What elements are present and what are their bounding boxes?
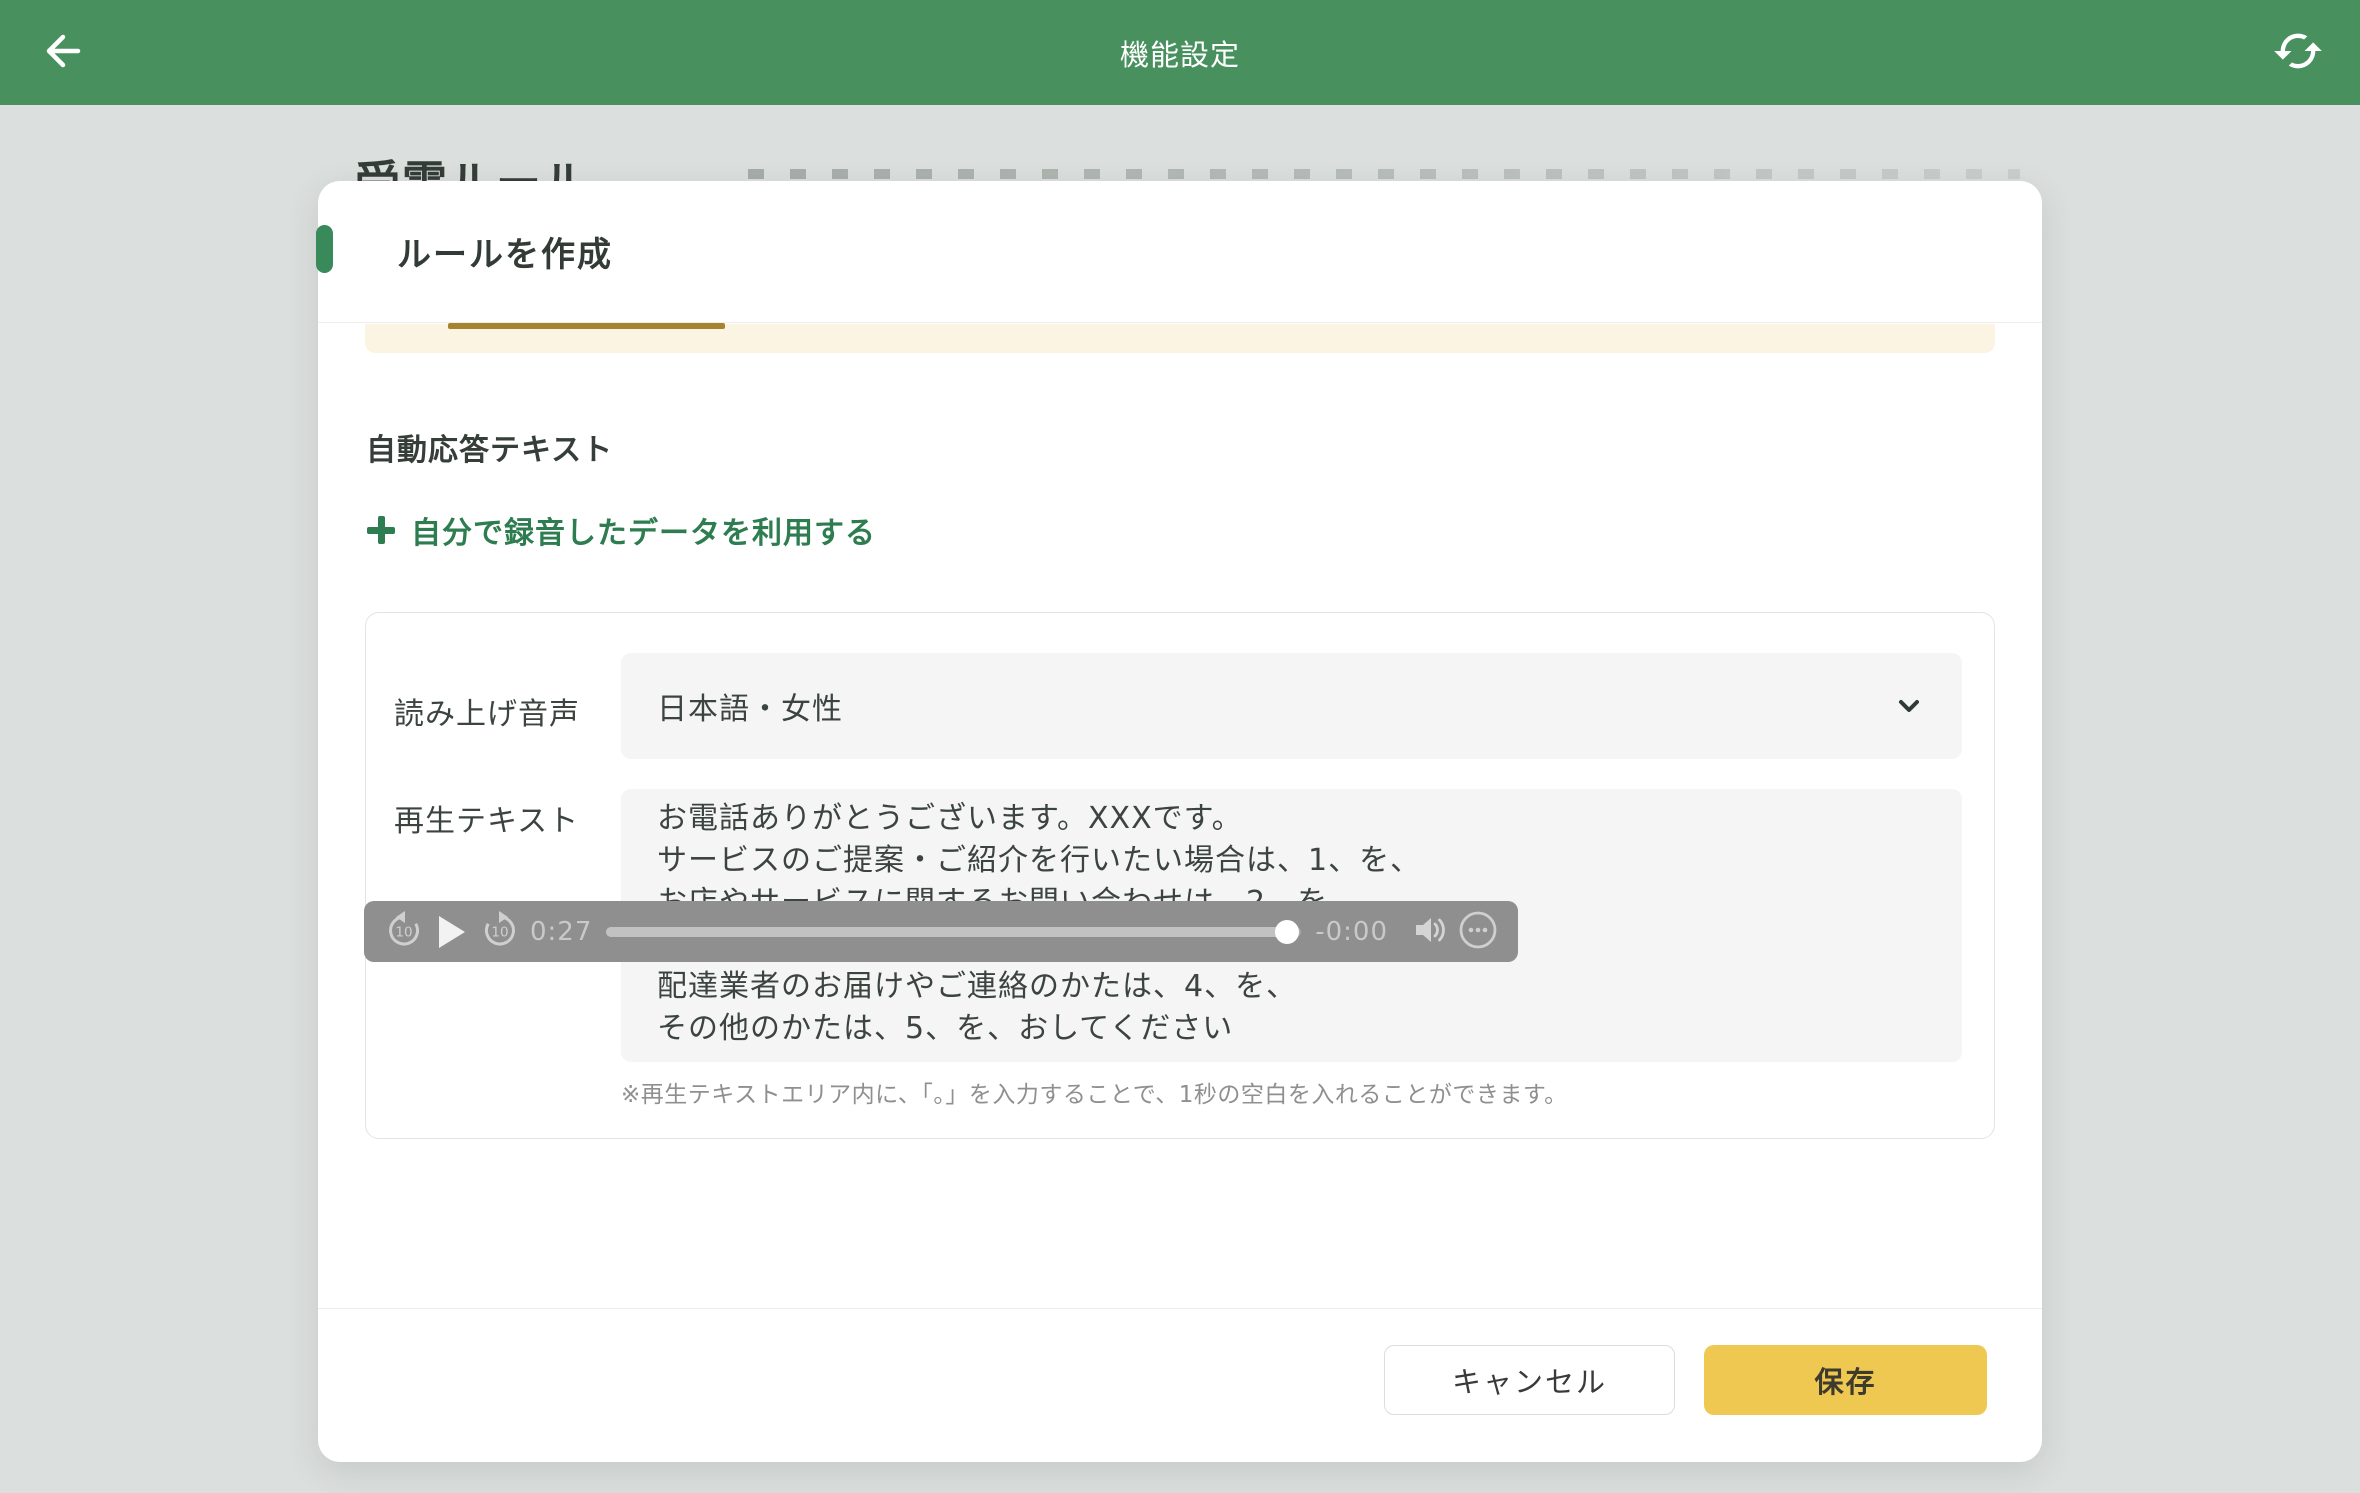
play-icon	[439, 916, 465, 948]
voice-field-label: 読み上げ音声	[394, 689, 580, 733]
refresh-icon	[2272, 25, 2324, 80]
volume-button[interactable]	[1406, 908, 1454, 956]
remaining-time: -0:00	[1315, 917, 1388, 947]
page-title: 機能設定	[1120, 32, 1240, 74]
modal-title: ルールを作成	[397, 227, 613, 276]
modal-header: ルールを作成	[318, 181, 2042, 322]
voice-select-value: 日本語・女性	[657, 684, 843, 728]
save-button[interactable]: 保存	[1704, 1345, 1987, 1415]
chevron-down-icon	[1892, 689, 1926, 723]
use-own-recording-link[interactable]: 自分で録音したデータを利用する	[366, 508, 876, 552]
plus-icon	[366, 515, 396, 545]
auto-response-section-label: 自動応答テキスト	[366, 425, 613, 469]
playback-text-label: 再生テキスト	[394, 796, 579, 840]
player-more-options-button[interactable]	[1454, 908, 1502, 956]
cancel-button[interactable]: キャンセル	[1384, 1345, 1675, 1415]
footer-divider	[318, 1308, 2042, 1309]
modal-body: 自動応答テキスト 自分で録音したデータを利用する 読み上げ音声 日本語・女性 再…	[318, 322, 2042, 1308]
refresh-button[interactable]	[2266, 21, 2330, 85]
rewind-10-button[interactable]: 10	[380, 908, 428, 956]
app-header: 機能設定	[0, 0, 2360, 105]
voice-select[interactable]: 日本語・女性	[621, 653, 1962, 759]
elapsed-time: 0:27	[530, 917, 592, 947]
rewind-10-icon: 10	[382, 908, 426, 955]
forward-10-button[interactable]: 10	[476, 908, 524, 956]
ellipsis-icon	[1456, 908, 1500, 955]
create-rule-modal: ルールを作成 自動応答テキスト 自分で録音したデータを利用する 読み上げ音声 日…	[318, 181, 2042, 1462]
back-arrow-icon	[39, 28, 85, 77]
play-button[interactable]	[428, 908, 476, 956]
playback-text-note: ※再生テキストエリア内に、「。」を入力することで、1秒の空白を入れることができま…	[621, 1075, 1568, 1109]
volume-icon	[1407, 907, 1453, 956]
audio-player: 10 10 0:27 -0:	[364, 901, 1518, 962]
back-button[interactable]	[30, 21, 94, 85]
progress-fill	[606, 927, 1287, 937]
banner-tab-underline	[448, 323, 725, 329]
use-own-recording-label: 自分で録音したデータを利用する	[411, 508, 876, 552]
clipped-banner	[365, 324, 1995, 353]
svg-text:10: 10	[395, 925, 412, 941]
player-progress-thumb[interactable]	[1275, 920, 1299, 944]
tts-form-box: 読み上げ音声 日本語・女性 再生テキスト お電話ありがとうございます。XXXです…	[365, 612, 1995, 1139]
forward-10-icon: 10	[478, 908, 522, 955]
background-clipped-text	[748, 169, 2020, 179]
progress-bar[interactable]	[606, 927, 1301, 937]
svg-text:10: 10	[491, 925, 508, 941]
